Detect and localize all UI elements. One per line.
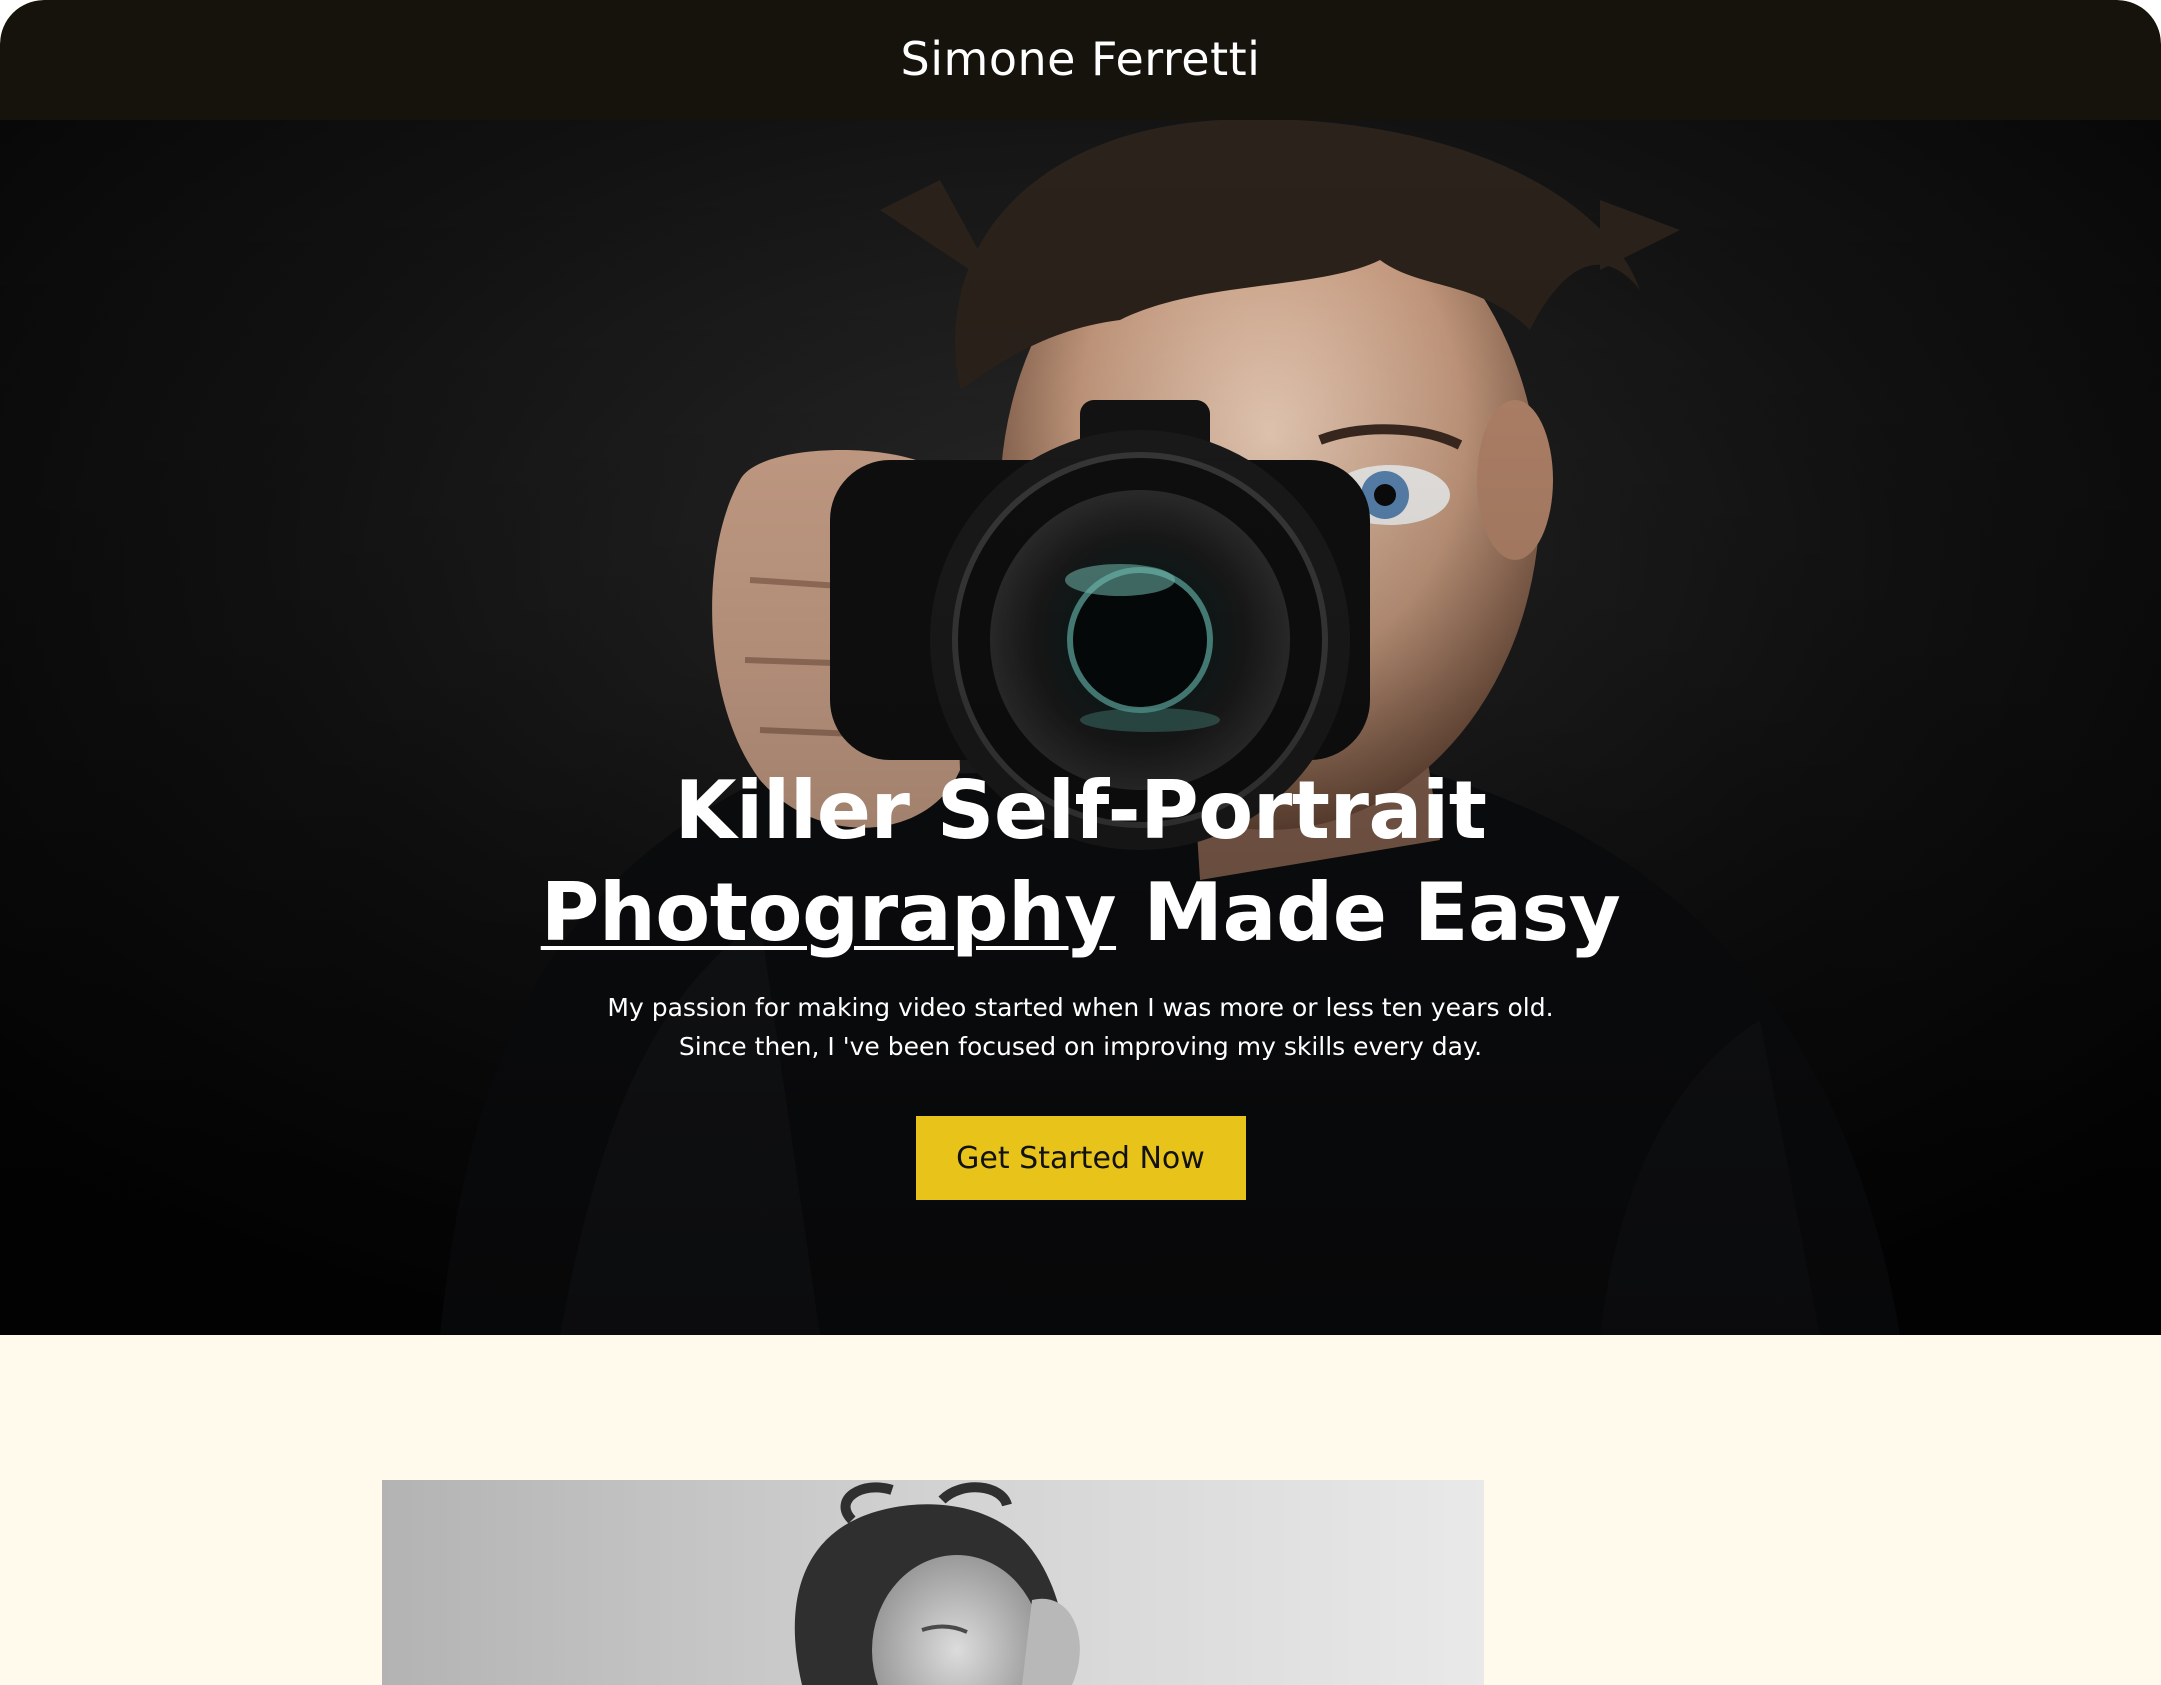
portfolio-section [0, 1335, 2161, 1685]
hero-content: Killer Self-Portrait Photography Made Ea… [0, 760, 2161, 1200]
site-header: Simone Ferretti [0, 0, 2161, 120]
hero-heading-line-1: Killer Self-Portrait [674, 764, 1487, 857]
hero-subtitle-line-1: My passion for making video started when… [607, 993, 1554, 1022]
hero-heading: Killer Self-Portrait Photography Made Ea… [0, 760, 2161, 964]
hero-subtitle-line-2: Since then, I 've been focused on improv… [678, 1032, 1483, 1061]
hero-heading-rest: Made Easy [1116, 866, 1621, 959]
hero-heading-underlined-word: Photography [540, 866, 1117, 959]
landing-page: Simone Ferretti Killer Self-Portrait Pho… [0, 0, 2161, 1685]
hero-heading-line-2: Photography Made Easy [0, 862, 2161, 964]
feature-photo [382, 1480, 1484, 1685]
site-title[interactable]: Simone Ferretti [901, 32, 1261, 86]
get-started-button[interactable]: Get Started Now [915, 1116, 1246, 1200]
hero-subtitle: My passion for making video started when… [0, 988, 2161, 1066]
hero-section: Killer Self-Portrait Photography Made Ea… [0, 120, 2161, 1335]
